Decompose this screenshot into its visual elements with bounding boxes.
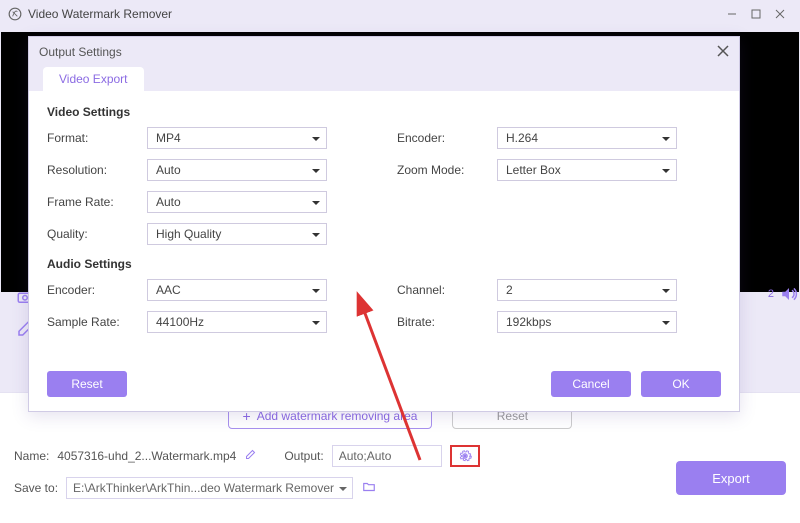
gear-icon [458,449,472,463]
save-to-label: Save to: [14,481,58,495]
format-label: Format: [47,131,147,145]
minimize-button[interactable] [720,4,744,24]
titlebar: Video Watermark Remover [0,0,800,28]
output-label: Output: [284,449,323,463]
audio-encoder-select[interactable]: AAC [147,279,327,301]
bitrate-label: Bitrate: [397,315,497,329]
framerate-label: Frame Rate: [47,195,147,209]
app-title: Video Watermark Remover [28,7,172,21]
channel-select[interactable]: 2 [497,279,677,301]
app-logo-icon [8,7,22,21]
resolution-select[interactable]: Auto [147,159,327,181]
modal-reset-button[interactable]: Reset [47,371,127,397]
modal-title: Output Settings [39,45,122,59]
framerate-select[interactable]: Auto [147,191,327,213]
right-controls: 2 [768,285,798,303]
video-settings-heading: Video Settings [47,105,721,119]
channel-label: Channel: [397,283,497,297]
modal-close-button[interactable] [717,45,729,60]
counter-value: 2 [768,288,774,300]
save-to-select[interactable]: E:\ArkThinker\ArkThin...deo Watermark Re… [66,477,353,499]
samplerate-label: Sample Rate: [47,315,147,329]
encoder-select[interactable]: H.264 [497,127,677,149]
open-folder-button[interactable] [361,480,377,497]
zoom-label: Zoom Mode: [397,163,497,177]
output-settings-modal: Output Settings Video Export Video Setti… [28,36,740,412]
output-settings-button[interactable] [450,445,480,467]
maximize-button[interactable] [744,4,768,24]
cancel-button[interactable]: Cancel [551,371,631,397]
edit-name-button[interactable] [244,449,256,464]
ok-button[interactable]: OK [641,371,721,397]
format-select[interactable]: MP4 [147,127,327,149]
volume-icon[interactable] [780,285,798,303]
bitrate-select[interactable]: 192kbps [497,311,677,333]
resolution-label: Resolution: [47,163,147,177]
export-button[interactable]: Export [676,461,786,495]
quality-label: Quality: [47,227,147,241]
output-field[interactable] [332,445,442,467]
name-label: Name: [14,449,49,463]
samplerate-select[interactable]: 44100Hz [147,311,327,333]
encoder-label: Encoder: [397,131,497,145]
close-window-button[interactable] [768,4,792,24]
name-value: 4057316-uhd_2...Watermark.mp4 [57,449,236,463]
tab-video-export[interactable]: Video Export [43,67,144,91]
audio-encoder-label: Encoder: [47,283,147,297]
audio-settings-heading: Audio Settings [47,257,721,271]
zoom-select[interactable]: Letter Box [497,159,677,181]
quality-select[interactable]: High Quality [147,223,327,245]
